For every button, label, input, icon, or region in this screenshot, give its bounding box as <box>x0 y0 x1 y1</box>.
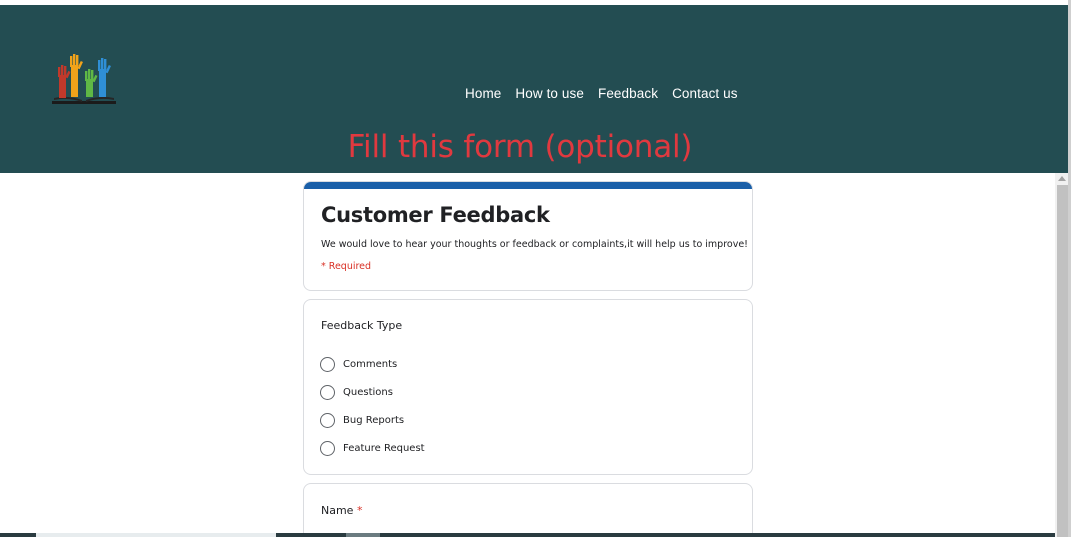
required-note: * Required <box>321 261 372 272</box>
radio-button-questions[interactable] <box>320 384 335 400</box>
form-accent-bar <box>304 182 752 189</box>
option-label-questions: Questions <box>343 386 393 398</box>
taskbar-segment <box>346 533 380 537</box>
option-label-feature-request: Feature Request <box>343 442 425 454</box>
option-bug-reports[interactable]: Bug Reports <box>320 406 425 434</box>
nav-link-contact-us[interactable]: Contact us <box>672 86 738 101</box>
scrollbar-thumb[interactable] <box>1057 185 1068 537</box>
nav-link-home[interactable]: Home <box>465 86 501 101</box>
required-asterisk: * <box>356 504 363 517</box>
form-title: Customer Feedback <box>321 203 550 227</box>
form-title-card: Customer Feedback We would love to hear … <box>303 181 753 291</box>
name-label-text: Name <box>321 504 354 517</box>
feedback-type-question: Feedback Type Comments Questions Bug Rep… <box>303 299 753 475</box>
scroll-up-arrow-icon[interactable] <box>1058 176 1066 181</box>
form-description: We would love to hear your thoughts or f… <box>321 239 748 250</box>
radio-button-comments[interactable] <box>320 356 335 372</box>
form-content: Customer Feedback We would love to hear … <box>0 173 1055 537</box>
nav-link-feedback[interactable]: Feedback <box>598 86 658 101</box>
taskbar-segment <box>36 533 276 537</box>
main-nav: Home How to use Feedback Contact us <box>465 86 738 101</box>
radio-button-feature-request[interactable] <box>320 440 335 456</box>
name-label: Name * <box>321 504 362 517</box>
nav-link-how-to-use[interactable]: How to use <box>515 86 584 101</box>
feedback-type-options: Comments Questions Bug Reports Feature R… <box>320 350 425 462</box>
option-label-bug-reports: Bug Reports <box>343 414 405 426</box>
raised-hands-logo-icon[interactable] <box>48 51 120 109</box>
option-questions[interactable]: Questions <box>320 378 425 406</box>
name-question: Name * <box>303 483 753 537</box>
option-comments[interactable]: Comments <box>320 350 425 378</box>
option-feature-request[interactable]: Feature Request <box>320 434 425 462</box>
site-header: Home How to use Feedback Contact us Fill… <box>0 5 1071 173</box>
taskbar-strip <box>0 533 1055 537</box>
option-label-comments: Comments <box>343 358 398 370</box>
radio-button-bug-reports[interactable] <box>320 412 335 428</box>
feedback-type-label: Feedback Type <box>321 319 403 332</box>
optional-form-banner: Fill this form (optional) <box>347 129 693 165</box>
